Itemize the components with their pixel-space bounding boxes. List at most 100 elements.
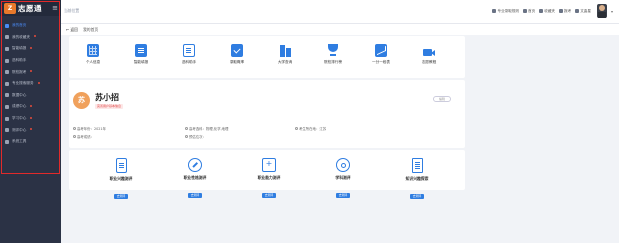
- logo-icon: Z: [4, 2, 16, 14]
- calendar-icon: [73, 127, 76, 130]
- sidebar-item-assessment-center[interactable]: 测评中心: [0, 124, 61, 136]
- start-assessment-button[interactable]: 去测评: [409, 194, 425, 199]
- profile-score: 高考成绩：: [73, 134, 94, 139]
- quick-link-rankings[interactable]: 院校排行榜: [313, 44, 353, 65]
- assessment-career-ability: 职业能力测评去测评: [239, 158, 299, 200]
- profile-location: 考生所在地：江苏: [295, 126, 326, 131]
- top-action-home[interactable]: 首页: [523, 9, 535, 14]
- quick-link-profile[interactable]: 个人信息: [73, 44, 113, 65]
- quick-link-label: 录取概率: [229, 60, 245, 64]
- sidebar-item-label: 系统工具: [12, 139, 27, 144]
- video-camera-icon: [423, 44, 435, 57]
- top-action-label: 首页: [528, 8, 536, 13]
- sidebar-item-major-search[interactable]: 专业搜索服务: [0, 78, 61, 90]
- top-action-favorites[interactable]: 收藏夹: [539, 9, 555, 14]
- top-action-apply[interactable]: 报考: [559, 9, 571, 14]
- sidebar-item-label: 院校报考: [12, 69, 27, 74]
- sidebar-item-data-center[interactable]: 数据中心: [0, 90, 61, 102]
- start-assessment-button[interactable]: 去测评: [187, 193, 203, 198]
- back-button[interactable]: ← 返回: [66, 27, 78, 33]
- star-icon: [5, 35, 9, 40]
- notebook-icon: [183, 44, 195, 57]
- notification-dot: [30, 116, 33, 119]
- book-icon: [5, 58, 9, 63]
- sidebar-item-score-center[interactable]: 成绩中心: [0, 101, 61, 113]
- profile-exam-year: 高考年份：2021年: [73, 126, 106, 131]
- study-icon: [5, 116, 9, 121]
- menu-icon[interactable]: ≡: [52, 4, 58, 12]
- trophy-icon: [327, 44, 339, 57]
- assessment-title: 职业能力测评: [257, 175, 281, 180]
- quick-link-university-search[interactable]: 大学查询: [265, 44, 305, 65]
- magic-icon: [5, 46, 9, 51]
- search-icon: [5, 81, 9, 86]
- assessment-title: 学科测评: [335, 175, 351, 180]
- start-assessment-button[interactable]: 去测评: [113, 194, 129, 199]
- plus-box-icon: [262, 158, 276, 172]
- sidebar-item-college-apply[interactable]: 院校报考: [0, 66, 61, 78]
- school-icon: [5, 70, 9, 75]
- notification-dot: [37, 81, 40, 84]
- star-icon: [539, 9, 544, 13]
- location-icon: [295, 127, 298, 130]
- profile-rank: 预估位次：: [185, 134, 206, 139]
- assessment-title: 职业兴趣测评: [109, 176, 133, 181]
- score-icon: [73, 135, 76, 138]
- sidebar-item-tools[interactable]: 系统工具: [0, 136, 61, 148]
- top-action-label: 收藏夹: [544, 8, 556, 13]
- start-assessment-button[interactable]: 去测评: [261, 193, 277, 198]
- form-icon: [559, 9, 564, 13]
- notification-dot: [30, 104, 33, 107]
- quick-link-score-table[interactable]: 一分一段表: [361, 44, 401, 65]
- notification-dot: [30, 128, 33, 131]
- quick-link-subject-helper[interactable]: 选科助手: [169, 44, 209, 65]
- sidebar-item-favorites[interactable]: 我的收藏夹: [0, 32, 61, 44]
- sidebar-item-home[interactable]: 我的首页: [0, 20, 61, 32]
- profile-tag[interactable]: 完善用户基本信息: [95, 104, 124, 109]
- tab-current[interactable]: 我的首页: [83, 27, 98, 33]
- list-doc-icon: [411, 158, 423, 173]
- rank-icon: [185, 135, 188, 138]
- score-icon: [5, 104, 9, 109]
- chevron-down-icon[interactable]: ▾: [611, 9, 613, 14]
- assessment-title: 知识兴趣探索: [405, 176, 429, 181]
- assessment-career-interest: 职业兴趣测评 去测评: [91, 158, 151, 201]
- sidebar-item-study-center[interactable]: 学习中心: [0, 113, 61, 125]
- quick-link-label: 志愿教程: [421, 60, 437, 64]
- quick-link-admission-probability[interactable]: 录取概率: [217, 44, 257, 65]
- home-icon: [5, 23, 9, 28]
- notification-dot: [30, 46, 33, 49]
- sidebar-menu: 我的首页 我的收藏夹 智能填报 选科助手 院校报考 专业搜索服务 数据中心 成绩…: [0, 16, 61, 148]
- sidebar-item-label: 数据中心: [12, 92, 27, 97]
- sidebar: Z 志愿通 ≡ 我的首页 我的收藏夹 智能填报 选科助手 院校报考 专业搜索服务…: [0, 0, 61, 243]
- compass-icon: [188, 158, 202, 172]
- quick-link-tutorial[interactable]: 志愿教程: [409, 44, 449, 65]
- top-header: 当前位置 专业录取规则 首页 收藏夹 报考 文曲星 ▾: [61, 0, 619, 24]
- quick-link-smart-fill[interactable]: 智能填报: [121, 44, 161, 65]
- notification-dot: [33, 35, 36, 38]
- edit-profile-button[interactable]: 编辑: [433, 96, 451, 102]
- breadcrumb: 当前位置: [64, 8, 80, 13]
- quick-link-label: 一分一段表: [372, 60, 390, 64]
- sidebar-item-smart-fill[interactable]: 智能填报: [0, 43, 61, 55]
- quick-link-label: 院校排行榜: [324, 60, 342, 64]
- database-icon: [5, 93, 9, 98]
- sidebar-item-label: 智能填报: [12, 46, 27, 51]
- quick-link-label: 选科助手: [181, 60, 197, 64]
- sidebar-item-label: 学习中心: [12, 116, 27, 121]
- top-action-wenquxing[interactable]: 文曲星: [575, 9, 591, 14]
- quick-link-label: 智能填报: [133, 60, 149, 64]
- user-avatar[interactable]: [596, 4, 607, 18]
- quick-link-label: 大学查询: [277, 60, 293, 64]
- start-assessment-button[interactable]: 去测评: [335, 193, 351, 198]
- sidebar-item-label: 测评中心: [12, 127, 27, 132]
- profile-name: 苏小招: [95, 93, 119, 102]
- sidebar-item-subject-helper[interactable]: 选科助手: [0, 55, 61, 67]
- assessments-card: 职业兴趣测评去测评 职业性格测评去测评 职业能力测评去测评 学科测评去测评 知识…: [69, 150, 465, 199]
- profile-avatar: 苏: [73, 92, 90, 109]
- tools-icon: [5, 139, 9, 144]
- top-action-rules[interactable]: 专业录取规则: [492, 9, 519, 14]
- building-icon: [279, 44, 291, 57]
- notification-dot: [30, 70, 33, 73]
- top-action-label: 专业录取规则: [497, 8, 520, 13]
